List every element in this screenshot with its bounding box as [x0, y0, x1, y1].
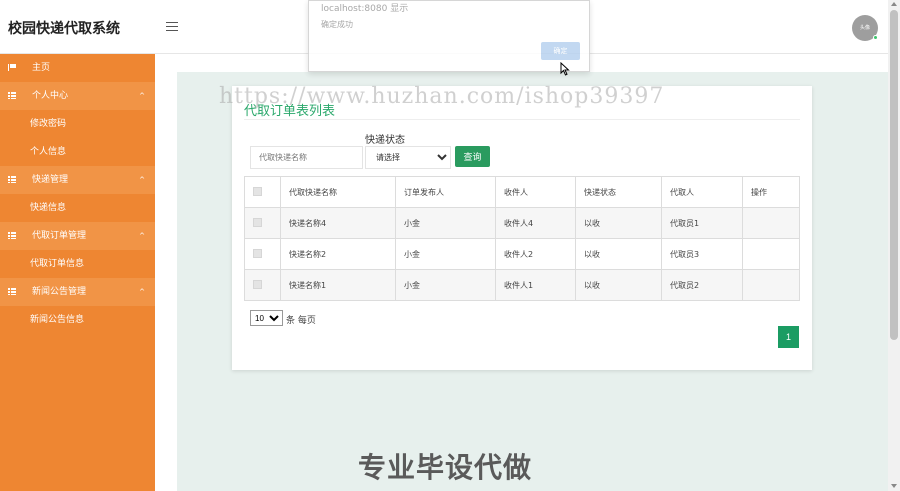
select-all-checkbox[interactable]	[253, 186, 262, 196]
column-header: 代取快递名称	[280, 176, 396, 208]
sidebar-item-profile[interactable]: 个人信息	[0, 138, 155, 166]
sidebar-group-news[interactable]: 新闻公告管理 ^	[0, 278, 155, 306]
table-cell: 以收	[575, 238, 662, 270]
sidebar-item-label: 新闻公告信息	[30, 315, 85, 325]
row-select-cell	[244, 207, 281, 239]
table-cell: 快递名称1	[280, 269, 396, 301]
table-cell: 收件人4	[495, 207, 576, 239]
avatar[interactable]: 头像	[852, 15, 878, 41]
chevron-up-icon: ^	[139, 232, 145, 240]
sidebar-item-label: 代取订单信息	[30, 259, 85, 269]
page-size-select[interactable]: 10	[250, 310, 283, 326]
table-cell: 小金	[395, 269, 496, 301]
scroll-up-icon[interactable]	[891, 2, 897, 6]
watermark-url: https://www.huzhan.com/ishop39397	[219, 84, 665, 109]
sidebar-item-label: 个人中心	[32, 91, 69, 101]
order-list-card: 代取订单表列表 快递状态 请选择 查询 代取快递名称 订单发布人 收件人 快递状…	[232, 86, 812, 370]
table-cell: 收件人2	[495, 238, 576, 270]
table-cell: 收件人1	[495, 269, 576, 301]
sidebar-group-orders[interactable]: 代取订单管理 ^	[0, 222, 155, 250]
express-name-input[interactable]	[250, 146, 363, 169]
scroll-thumb[interactable]	[890, 10, 898, 340]
app-title: 校园快递代取系统	[8, 21, 120, 37]
select-all-cell	[244, 176, 281, 208]
avatar-text: 头像	[859, 25, 870, 31]
column-header: 操作	[742, 176, 800, 208]
table-cell: 小金	[395, 207, 496, 239]
row-checkbox[interactable]	[253, 248, 262, 258]
row-checkbox[interactable]	[253, 217, 262, 227]
online-status-dot	[873, 35, 878, 40]
query-button[interactable]: 查询	[455, 146, 490, 167]
table-cell: 代取员2	[661, 269, 743, 301]
sidebar-item-label: 主页	[32, 63, 51, 73]
table-cell: 以收	[575, 207, 662, 239]
table-row: 快递名称2 小金 收件人2 以收 代取员3	[244, 238, 800, 270]
sidebar-item-label: 修改密码	[30, 119, 67, 129]
row-checkbox[interactable]	[253, 279, 262, 289]
grid-icon	[8, 92, 16, 99]
orders-table: 代取快递名称 订单发布人 收件人 快递状态 代取人 操作 快递名称4 小金 收件…	[244, 176, 800, 301]
grid-icon	[8, 288, 16, 295]
alert-dialog: localhost:8080 显示 确定成功 确定	[308, 0, 590, 72]
sidebar-item-label: 代取订单管理	[32, 231, 87, 241]
sidebar-item-label: 快递管理	[32, 175, 69, 185]
scroll-down-icon[interactable]	[891, 484, 897, 488]
grid-icon	[8, 176, 16, 183]
dialog-message: 确定成功	[321, 20, 353, 29]
table-cell: 代取员1	[661, 207, 743, 239]
sidebar-item-label: 个人信息	[30, 147, 67, 157]
table-header-row: 代取快递名称 订单发布人 收件人 快递状态 代取人 操作	[244, 176, 800, 208]
chevron-up-icon: ^	[139, 176, 145, 184]
chevron-up-icon: ^	[139, 92, 145, 100]
table-cell: 代取员3	[661, 238, 743, 270]
chevron-up-icon: ^	[139, 288, 145, 296]
column-header: 收件人	[495, 176, 576, 208]
column-header: 代取人	[661, 176, 743, 208]
dialog-ok-button[interactable]: 确定	[541, 42, 580, 60]
dialog-origin: localhost:8080 显示	[321, 4, 409, 14]
column-header: 订单发布人	[395, 176, 496, 208]
grid-icon	[8, 232, 16, 239]
sidebar-group-personal[interactable]: 个人中心 ^	[0, 82, 155, 110]
sidebar-group-express[interactable]: 快递管理 ^	[0, 166, 155, 194]
actions-cell	[742, 269, 800, 301]
sidebar-item-home[interactable]: 主页	[0, 54, 155, 82]
mouse-cursor-icon	[560, 62, 570, 76]
sidebar-item-label: 快递信息	[30, 203, 67, 213]
column-header: 快递状态	[575, 176, 662, 208]
flag-icon	[8, 64, 16, 71]
sidebar-item-label: 新闻公告管理	[32, 287, 87, 297]
page-scrollbar[interactable]	[888, 0, 900, 491]
hamburger-menu-icon[interactable]	[166, 22, 178, 32]
table-cell: 快递名称2	[280, 238, 396, 270]
row-select-cell	[244, 269, 281, 301]
page-size-label: 条 每页	[286, 316, 316, 326]
sidebar: 主页 个人中心 ^ 修改密码 个人信息 快递管理 ^ 快递信息 代取订单管理 ^…	[0, 54, 155, 491]
table-cell: 以收	[575, 269, 662, 301]
page-button-current[interactable]: 1	[778, 326, 799, 348]
table-cell: 小金	[395, 238, 496, 270]
actions-cell	[742, 207, 800, 239]
sidebar-item-order-info[interactable]: 代取订单信息	[0, 250, 155, 278]
table-cell: 快递名称4	[280, 207, 396, 239]
table-row: 快递名称4 小金 收件人4 以收 代取员1	[244, 207, 800, 239]
actions-cell	[742, 238, 800, 270]
sidebar-item-news-info[interactable]: 新闻公告信息	[0, 306, 155, 334]
status-filter-label: 快递状态	[365, 135, 405, 146]
row-select-cell	[244, 238, 281, 270]
divider	[244, 119, 800, 120]
watermark-bottom: 专业毕设代做	[358, 451, 533, 484]
table-row: 快递名称1 小金 收件人1 以收 代取员2	[244, 269, 800, 301]
sidebar-item-express-info[interactable]: 快递信息	[0, 194, 155, 222]
sidebar-item-change-password[interactable]: 修改密码	[0, 110, 155, 138]
status-select[interactable]: 请选择	[365, 146, 451, 169]
